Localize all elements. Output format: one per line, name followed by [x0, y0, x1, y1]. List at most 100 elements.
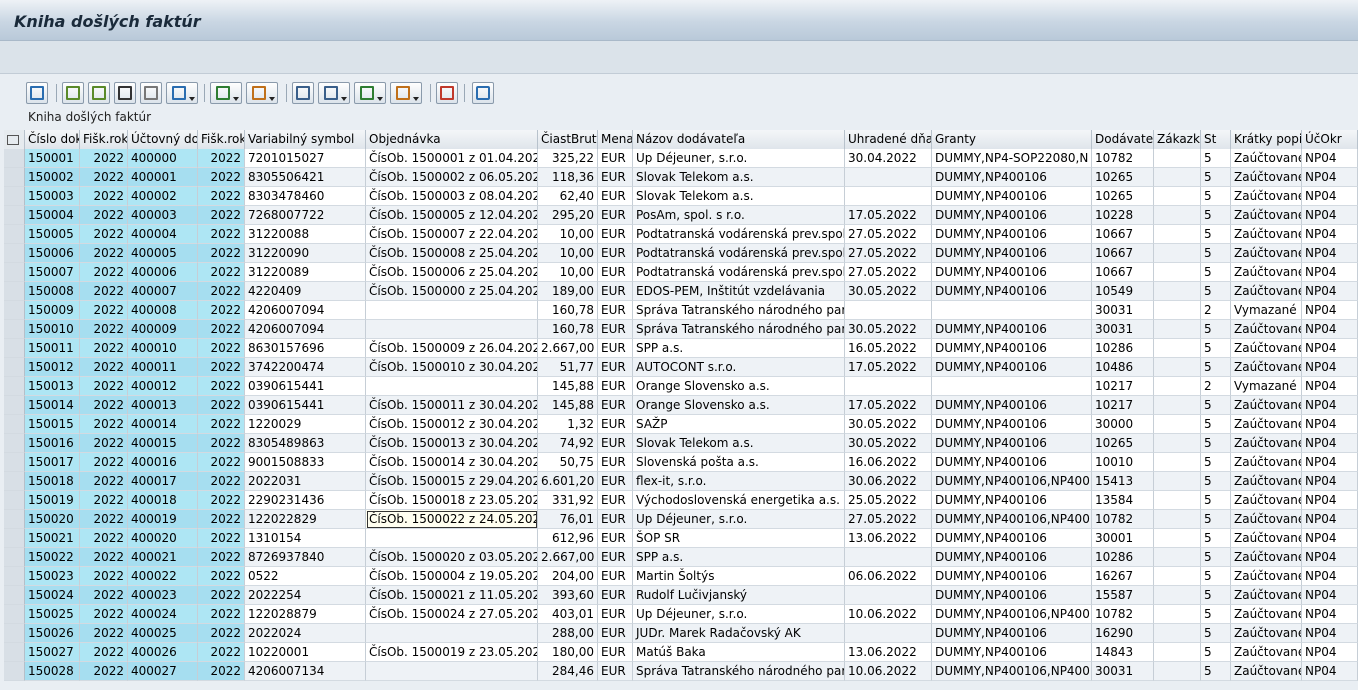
cell-doc-number[interactable]: 150002 [25, 168, 80, 187]
cell-short-description[interactable]: Zaúčtované [1231, 662, 1302, 681]
table-row[interactable]: 150027 2022 400026 2022 10220001 ČísOb. 15000… [4, 643, 1358, 662]
cell-currency[interactable]: EUR [598, 434, 633, 453]
cell-supplier-id[interactable]: 10217 [1092, 377, 1154, 396]
cell-order[interactable]: ČísOb. 1500004 z 19.05.2022 [366, 567, 538, 586]
column-header-paid-date[interactable]: Uhradené dňa [845, 130, 932, 149]
select-all-button[interactable] [4, 130, 25, 149]
details-button[interactable] [26, 82, 48, 104]
cell-order[interactable] [366, 624, 538, 643]
cell-variable-symbol[interactable]: 31220090 [245, 244, 366, 263]
cell-currency[interactable]: EUR [598, 320, 633, 339]
cell-doc-number[interactable]: 150021 [25, 529, 80, 548]
cell-variable-symbol[interactable]: 2022024 [245, 624, 366, 643]
cell-supplier-id[interactable]: 10486 [1092, 358, 1154, 377]
cell-accounting-doc[interactable]: 400016 [128, 453, 198, 472]
cell-order[interactable]: ČísOb. 1500005 z 12.04.2022 [366, 206, 538, 225]
cell-supplier-name[interactable]: Slovak Telekom a.s. [633, 434, 845, 453]
cell-currency[interactable]: EUR [598, 567, 633, 586]
cell-variable-symbol[interactable]: 122028879 [245, 605, 366, 624]
cell-fiscal-period[interactable]: NP04 [1302, 282, 1358, 301]
table-row[interactable]: 150028 2022 400027 2022 4206007134 284,46 EUR S… [4, 662, 1358, 681]
column-header-fiscal-period[interactable]: ÚčOkr [1302, 130, 1358, 149]
cell-accounting-doc[interactable]: 400004 [128, 225, 198, 244]
cell-accounting-doc[interactable]: 400017 [128, 472, 198, 491]
cell-gross-amount[interactable]: 10,00 [538, 263, 598, 282]
cell-fiscal-year-2[interactable]: 2022 [198, 225, 245, 244]
cell-fiscal-period[interactable]: NP04 [1302, 263, 1358, 282]
cell-currency[interactable]: EUR [598, 187, 633, 206]
cell-order[interactable]: ČísOb. 1500000 z 25.04.2022 [366, 282, 538, 301]
cell-fiscal-year-2[interactable]: 2022 [198, 548, 245, 567]
cell-supplier-id[interactable]: 10265 [1092, 187, 1154, 206]
cell-gross-amount[interactable]: 10,00 [538, 244, 598, 263]
cell-paid-date[interactable]: 13.06.2022 [845, 643, 932, 662]
cell-paid-date[interactable]: 17.05.2022 [845, 206, 932, 225]
cell-fiscal-period[interactable]: NP04 [1302, 605, 1358, 624]
cell-supplier-id[interactable]: 10782 [1092, 149, 1154, 168]
row-selector[interactable] [4, 510, 25, 529]
cell-doc-number[interactable]: 150014 [25, 396, 80, 415]
row-selector[interactable] [4, 339, 25, 358]
cell-variable-symbol[interactable]: 1220029 [245, 415, 366, 434]
cell-order-id[interactable] [1154, 415, 1201, 434]
cell-supplier-name[interactable]: Up Déjeuner, s.r.o. [633, 510, 845, 529]
row-selector[interactable] [4, 586, 25, 605]
cell-status[interactable]: 5 [1201, 491, 1231, 510]
cell-order[interactable]: ČísOb. 1500018 z 23.05.2022 [366, 491, 538, 510]
cell-fiscal-period[interactable]: NP04 [1302, 510, 1358, 529]
cell-fiscal-year[interactable]: 2022 [80, 320, 128, 339]
cell-fiscal-period[interactable]: NP04 [1302, 548, 1358, 567]
cell-doc-number[interactable]: 150018 [25, 472, 80, 491]
cell-supplier-id[interactable]: 30000 [1092, 415, 1154, 434]
cell-variable-symbol[interactable]: 4206007094 [245, 301, 366, 320]
cell-grants[interactable]: DUMMY,NP400106 [932, 339, 1092, 358]
cell-order[interactable]: ČísOb. 1500009 z 26.04.2022 [366, 339, 538, 358]
cell-supplier-name[interactable]: EDOS-PEM, Inštitút vzdelávania [633, 282, 845, 301]
cell-currency[interactable]: EUR [598, 301, 633, 320]
cell-currency[interactable]: EUR [598, 415, 633, 434]
cell-status[interactable]: 5 [1201, 149, 1231, 168]
cell-short-description[interactable]: Zaúčtované [1231, 605, 1302, 624]
cell-currency[interactable]: EUR [598, 529, 633, 548]
cell-order[interactable]: ČísOb. 1500015 z 29.04.2022 [366, 472, 538, 491]
row-selector[interactable] [4, 567, 25, 586]
row-selector[interactable] [4, 415, 25, 434]
table-row[interactable]: 150001 2022 400000 2022 7201015027 ČísOb. 150… [4, 149, 1358, 168]
cell-accounting-doc[interactable]: 400001 [128, 168, 198, 187]
graphic-button[interactable] [436, 82, 458, 104]
cell-status[interactable]: 5 [1201, 434, 1231, 453]
cell-fiscal-year-2[interactable]: 2022 [198, 187, 245, 206]
row-selector[interactable] [4, 453, 25, 472]
cell-supplier-id[interactable]: 10265 [1092, 168, 1154, 187]
cell-supplier-name[interactable]: JUDr. Marek Radačovský AK [633, 624, 845, 643]
cell-supplier-id[interactable]: 16290 [1092, 624, 1154, 643]
cell-doc-number[interactable]: 150016 [25, 434, 80, 453]
column-header-currency[interactable]: Mena [598, 130, 633, 149]
cell-accounting-doc[interactable]: 400007 [128, 282, 198, 301]
cell-accounting-doc[interactable]: 400005 [128, 244, 198, 263]
cell-order[interactable]: ČísOb. 1500008 z 25.04.2022 [366, 244, 538, 263]
cell-order-id[interactable] [1154, 662, 1201, 681]
sort-ascending-button[interactable] [62, 82, 84, 104]
cell-order[interactable]: ČísOb. 1500006 z 25.04.2022 [366, 263, 538, 282]
cell-currency[interactable]: EUR [598, 548, 633, 567]
cell-doc-number[interactable]: 150004 [25, 206, 80, 225]
cell-supplier-name[interactable]: Up Déjeuner, s.r.o. [633, 605, 845, 624]
cell-fiscal-year[interactable]: 2022 [80, 149, 128, 168]
cell-grants[interactable]: DUMMY,NP400106 [932, 225, 1092, 244]
cell-supplier-id[interactable]: 10228 [1092, 206, 1154, 225]
cell-short-description[interactable]: Zaúčtované [1231, 624, 1302, 643]
column-header-order[interactable]: Objednávka [366, 130, 538, 149]
row-selector[interactable] [4, 472, 25, 491]
cell-gross-amount[interactable]: 189,00 [538, 282, 598, 301]
filter-button[interactable] [166, 82, 198, 104]
cell-variable-symbol[interactable]: 31220088 [245, 225, 366, 244]
cell-gross-amount[interactable]: 288,00 [538, 624, 598, 643]
cell-supplier-name[interactable]: Matúš Baka [633, 643, 845, 662]
column-header-order-id[interactable]: Zákazka [1154, 130, 1201, 149]
cell-short-description[interactable]: Zaúčtované [1231, 567, 1302, 586]
cell-supplier-name[interactable]: Podtatranská vodárenská prev.spol [633, 225, 845, 244]
cell-supplier-id[interactable]: 10782 [1092, 605, 1154, 624]
cell-variable-symbol[interactable]: 8305506421 [245, 168, 366, 187]
cell-accounting-doc[interactable]: 400003 [128, 206, 198, 225]
